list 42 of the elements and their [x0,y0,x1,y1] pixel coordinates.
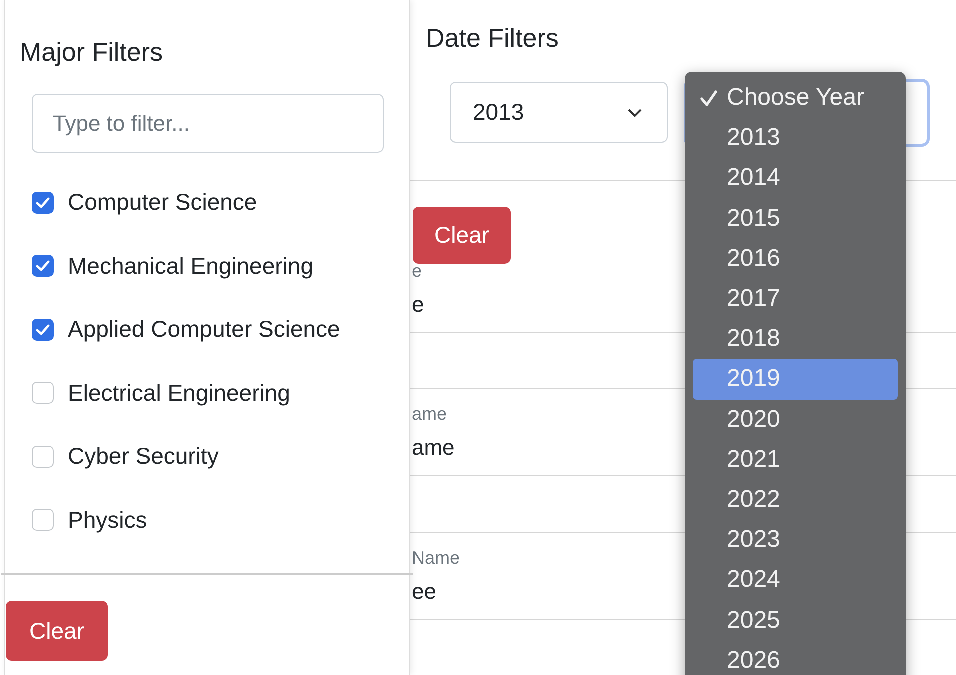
checkbox[interactable] [32,318,54,341]
checkbox-label[interactable]: Cyber Security [68,443,219,470]
checkbox-label[interactable]: Physics [68,506,148,534]
field-value: ame [412,434,455,462]
section-title: Date Filters [426,22,560,54]
checkmark-icon [36,324,50,336]
chevron-down-icon [627,108,643,118]
checkbox-label[interactable]: Computer Science [68,189,258,216]
menu-item[interactable]: 2025 [693,600,898,641]
checkmark-icon [36,260,50,272]
checkbox-label[interactable]: Electrical Engineering [68,380,290,407]
menu-item[interactable]: 2024 [693,560,898,600]
checkbox[interactable] [32,446,54,468]
checkbox[interactable] [32,382,54,404]
menu-item[interactable]: 2017 [693,278,898,320]
menu-item[interactable]: 2023 [693,520,898,560]
menu-item[interactable]: 2013 [693,118,898,158]
panel-title: Major Filters [20,36,164,68]
menu-item[interactable]: 2018 [693,319,898,360]
menu-item[interactable]: 2016 [693,238,898,279]
checkbox-label[interactable]: Applied Computer Science [68,316,340,344]
field-label: ame [412,403,448,426]
field-label: Name [412,546,460,569]
menu-item[interactable]: Choose Year [693,78,898,118]
clear-button[interactable]: Clear [413,207,511,264]
menu-item[interactable]: 2022 [693,480,898,520]
menu-item[interactable]: 2015 [693,198,898,239]
field-value: e [412,291,424,320]
menu-item[interactable]: 2026 [693,640,898,675]
menu-item[interactable]: 2020 [693,400,898,440]
menu-item[interactable]: 2014 [693,158,898,199]
checkbox[interactable] [32,509,54,532]
filter-input[interactable]: Type to filter... [32,94,384,153]
year-select[interactable]: 2013 [450,82,668,143]
clear-button[interactable]: Clear [6,601,108,661]
checkbox[interactable] [32,255,54,278]
checkbox-label[interactable]: Mechanical Engineering [68,252,314,280]
checkbox[interactable] [32,192,54,214]
checkmark-icon [36,196,50,209]
menu-item[interactable]: 2021 [693,440,898,480]
field-value: ee [412,578,436,606]
menu-item[interactable]: 2019 [693,359,898,400]
